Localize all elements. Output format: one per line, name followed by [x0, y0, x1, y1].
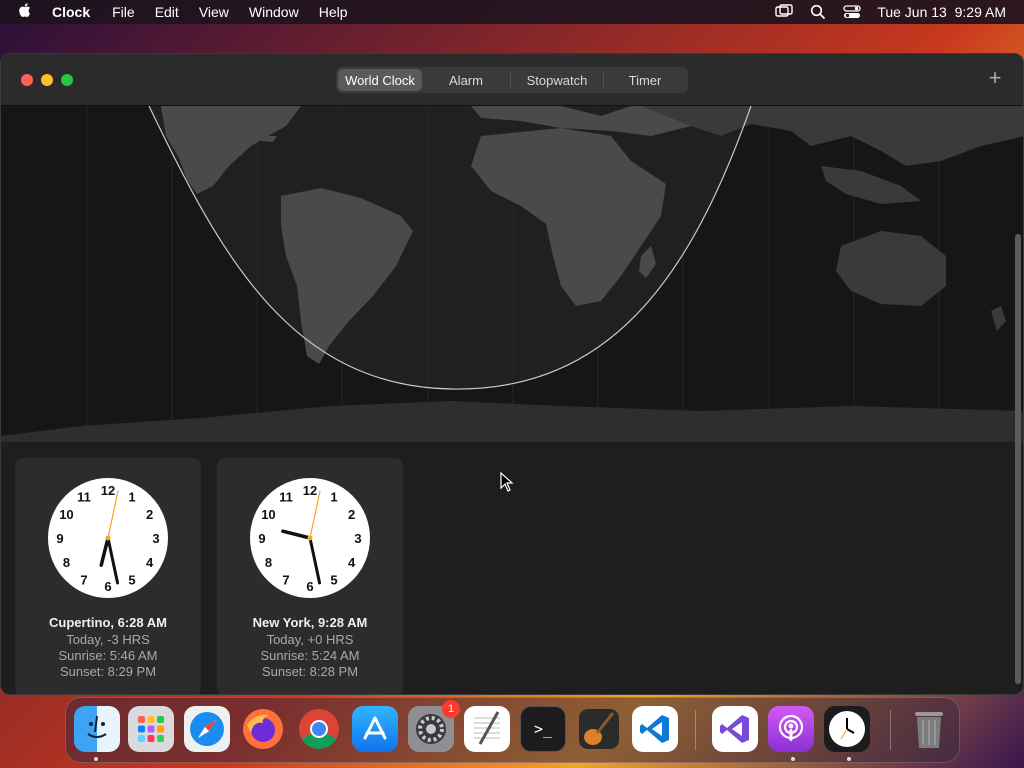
clock-numeral: 6 [306, 579, 313, 594]
firefox-icon[interactable] [240, 706, 286, 752]
clock-numeral: 1 [128, 489, 135, 504]
clock-numeral: 8 [265, 555, 272, 570]
dock: 1 >_ [65, 697, 960, 763]
close-window-button[interactable] [21, 74, 33, 86]
add-city-button[interactable]: + [985, 67, 1005, 89]
trash-icon[interactable] [906, 706, 952, 752]
clock-numeral: 2 [146, 507, 153, 522]
clock-numeral: 7 [282, 573, 289, 588]
mouse-cursor-icon [500, 472, 514, 492]
chrome-icon[interactable] [296, 706, 342, 752]
podcasts-icon[interactable] [768, 706, 814, 752]
clock-numeral: 11 [77, 489, 91, 504]
clock-city-time: New York, 9:28 AM [252, 615, 368, 630]
clock-numeral: 5 [128, 573, 135, 588]
textedit-icon[interactable] [464, 706, 510, 752]
menu-edit[interactable]: Edit [155, 4, 179, 20]
window-toolbar: World Clock Alarm Stopwatch Timer + [1, 54, 1023, 106]
running-indicator [847, 757, 851, 761]
clock-sunset: Sunset: 8:28 PM [261, 664, 359, 679]
apple-menu-icon[interactable] [18, 2, 36, 22]
clock-center-pin [307, 535, 313, 541]
clock-card-cupertino[interactable]: 1 2 3 4 5 6 7 8 9 10 11 12 Cupertino, 6:28 AM Today… [15, 458, 201, 694]
dock-separator [695, 710, 696, 750]
clock-numeral: 11 [279, 489, 293, 504]
view-switcher: World Clock Alarm Stopwatch Timer [336, 67, 688, 93]
clock-numeral: 3 [152, 531, 159, 546]
clock-city-time: Cupertino, 6:28 AM [49, 615, 167, 630]
running-indicator [94, 757, 98, 761]
menu-file[interactable]: File [112, 4, 135, 20]
zoom-window-button[interactable] [61, 74, 73, 86]
clock-sunrise: Sunrise: 5:46 AM [58, 648, 158, 663]
tab-timer[interactable]: Timer [604, 69, 686, 91]
menu-window[interactable]: Window [249, 4, 299, 20]
notification-badge: 1 [442, 700, 460, 718]
clock-center-pin [105, 535, 111, 541]
menu-bar: Clock File Edit View Window Help Tue Jun… [0, 0, 1024, 24]
tab-alarm[interactable]: Alarm [422, 69, 510, 91]
launchpad-icon[interactable] [128, 706, 174, 752]
clock-numeral: 9 [56, 531, 63, 546]
clock-numeral: 6 [104, 579, 111, 594]
menu-view[interactable]: View [199, 4, 229, 20]
clock-numeral: 8 [63, 555, 70, 570]
clock-offset: Today, -3 HRS [66, 632, 150, 647]
menubar-datetime[interactable]: Tue Jun 13 9:29 AM [877, 4, 1006, 20]
clock-numeral: 5 [330, 573, 337, 588]
analog-clock-face: 1234567891011 12 [250, 478, 370, 598]
dock-separator [890, 710, 891, 750]
guitar-icon[interactable] [576, 706, 622, 752]
world-map [1, 106, 1023, 442]
running-indicator [791, 757, 795, 761]
finder-icon[interactable] [74, 706, 120, 752]
clock-numeral: 7 [80, 573, 87, 588]
clock-numeral: 12 [303, 483, 317, 498]
clock-card-new-york[interactable]: 1 2 3 4 5 6 7 8 9 10 11 12 New York, 9:28 AM Today,… [217, 458, 403, 694]
world-map-graphic [1, 106, 1023, 442]
search-icon[interactable] [809, 3, 827, 21]
control-center-icon[interactable] [843, 3, 861, 21]
screen-mirroring-icon[interactable] [775, 3, 794, 21]
menu-app-name[interactable]: Clock [52, 4, 90, 20]
tab-stopwatch[interactable]: Stopwatch [511, 69, 603, 91]
gear-icon[interactable]: 1 [408, 700, 460, 752]
clock-numeral: 4 [146, 555, 154, 570]
clock-numeral: 10 [59, 507, 73, 522]
clock-numeral: 4 [348, 555, 356, 570]
terminal-icon[interactable]: >_ [520, 706, 566, 752]
minimize-window-button[interactable] [41, 74, 53, 86]
menu-help[interactable]: Help [319, 4, 348, 20]
clock-numeral: 10 [261, 507, 275, 522]
analog-clock-face: 1234567891011 12 [48, 478, 168, 598]
app-store-icon[interactable] [352, 706, 398, 752]
scrollbar[interactable] [1015, 234, 1021, 684]
clock-numeral: 1 [330, 489, 337, 504]
clock-numeral: 12 [101, 483, 115, 498]
clock-offset: Today, +0 HRS [266, 632, 354, 647]
tab-world-clock[interactable]: World Clock [338, 69, 422, 91]
clock-sunrise: Sunrise: 5:24 AM [260, 648, 360, 663]
clock-numeral: 2 [348, 507, 355, 522]
clock-window: World Clock Alarm Stopwatch Timer + 1 2 … [0, 53, 1024, 695]
clock-icon[interactable] [824, 706, 870, 752]
clock-numeral: 3 [354, 531, 361, 546]
vscode-icon[interactable] [632, 706, 678, 752]
clock-numeral: 9 [258, 531, 265, 546]
clock-sunset: Sunset: 8:29 PM [59, 664, 157, 679]
visual-studio-icon[interactable] [712, 706, 758, 752]
safari-icon[interactable] [184, 706, 230, 752]
